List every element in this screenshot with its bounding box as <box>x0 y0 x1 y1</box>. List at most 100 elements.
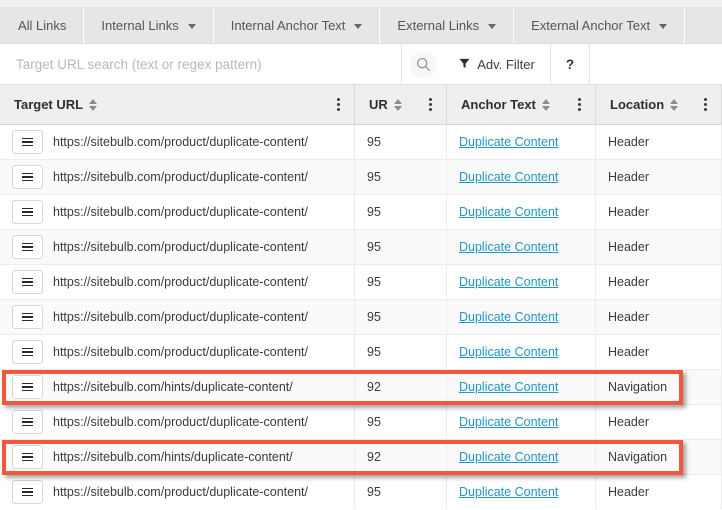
tab-label: External Anchor Text <box>531 18 651 33</box>
anchor-text-link[interactable]: Duplicate Content <box>459 170 558 184</box>
row-menu-icon[interactable] <box>12 235 43 259</box>
table-row[interactable]: https://sitebulb.com/product/duplicate-c… <box>0 125 722 160</box>
column-header-label: Target URL <box>14 97 84 112</box>
table-row[interactable]: https://sitebulb.com/product/duplicate-c… <box>0 335 722 370</box>
chevron-down-icon <box>187 23 196 29</box>
window-top-strip <box>0 0 722 8</box>
column-header-ur[interactable]: UR <box>355 85 447 124</box>
column-header-target-url[interactable]: Target URL <box>0 85 355 124</box>
column-menu-icon[interactable] <box>574 96 585 113</box>
anchor-text-link[interactable]: Duplicate Content <box>459 485 558 499</box>
table-row[interactable]: https://sitebulb.com/product/duplicate-c… <box>0 300 722 335</box>
search-input[interactable] <box>16 56 401 72</box>
cell-location: Navigation <box>596 440 722 474</box>
cell-target-url: https://sitebulb.com/product/duplicate-c… <box>0 160 355 194</box>
cell-ur: 95 <box>355 195 447 229</box>
tab-internal-anchor-text[interactable]: Internal Anchor Text <box>213 8 381 43</box>
table-header-row: Target URL UR Anchor Text Location <box>0 85 722 125</box>
tab-all-links[interactable]: All Links <box>0 8 85 43</box>
row-menu-icon[interactable] <box>12 305 43 329</box>
help-button[interactable]: ? <box>551 44 590 84</box>
anchor-text-link[interactable]: Duplicate Content <box>459 415 558 429</box>
target-url-text: https://sitebulb.com/product/duplicate-c… <box>53 345 309 359</box>
sort-arrows-icon[interactable] <box>670 98 679 111</box>
anchor-text-link[interactable]: Duplicate Content <box>459 450 558 464</box>
column-header-label: Location <box>610 97 665 112</box>
table-row[interactable]: https://sitebulb.com/hints/duplicate-con… <box>0 440 722 475</box>
table-row[interactable]: https://sitebulb.com/product/duplicate-c… <box>0 230 722 265</box>
cell-anchor-text: Duplicate Content <box>447 405 596 439</box>
target-url-text: https://sitebulb.com/product/duplicate-c… <box>53 135 309 149</box>
funnel-icon <box>459 57 470 72</box>
row-menu-icon[interactable] <box>12 410 43 434</box>
table-row[interactable]: https://sitebulb.com/product/duplicate-c… <box>0 160 722 195</box>
tab-label: External Links <box>397 18 480 33</box>
cell-target-url: https://sitebulb.com/product/duplicate-c… <box>0 265 355 299</box>
cell-anchor-text: Duplicate Content <box>447 370 596 404</box>
anchor-text-link[interactable]: Duplicate Content <box>459 345 558 359</box>
tab-external-links[interactable]: External Links <box>380 8 515 43</box>
anchor-text-link[interactable]: Duplicate Content <box>459 205 558 219</box>
row-menu-icon[interactable] <box>12 375 43 399</box>
cell-target-url: https://sitebulb.com/product/duplicate-c… <box>0 230 355 264</box>
adv-filter-button[interactable]: Adv. Filter <box>444 44 551 84</box>
anchor-text-link[interactable]: Duplicate Content <box>459 380 558 394</box>
cell-ur: 95 <box>355 160 447 194</box>
column-header-location[interactable]: Location <box>596 85 722 124</box>
column-header-anchor-text[interactable]: Anchor Text <box>447 85 596 124</box>
anchor-text-link[interactable]: Duplicate Content <box>459 240 558 254</box>
sort-arrows-icon[interactable] <box>541 98 550 111</box>
row-menu-icon[interactable] <box>12 340 43 364</box>
target-url-text: https://sitebulb.com/product/duplicate-c… <box>53 170 309 184</box>
chevron-down-icon <box>488 23 497 29</box>
table-row[interactable]: https://sitebulb.com/product/duplicate-c… <box>0 195 722 230</box>
table-row[interactable]: https://sitebulb.com/hints/duplicate-con… <box>0 370 722 405</box>
column-menu-icon[interactable] <box>700 96 711 113</box>
chevron-down-icon <box>354 23 363 29</box>
target-url-text: https://sitebulb.com/product/duplicate-c… <box>53 205 309 219</box>
target-url-text: https://sitebulb.com/product/duplicate-c… <box>53 485 309 499</box>
search-field-wrap <box>0 44 402 84</box>
table-row[interactable]: https://sitebulb.com/product/duplicate-c… <box>0 405 722 440</box>
target-url-text: https://sitebulb.com/product/duplicate-c… <box>53 310 309 324</box>
cell-ur: 95 <box>355 265 447 299</box>
row-menu-icon[interactable] <box>12 200 43 224</box>
column-menu-icon[interactable] <box>333 96 344 113</box>
chevron-down-icon <box>659 23 668 29</box>
search-icon <box>409 50 437 78</box>
cell-location: Header <box>596 125 722 159</box>
anchor-text-link[interactable]: Duplicate Content <box>459 135 558 149</box>
row-menu-icon[interactable] <box>12 270 43 294</box>
sort-arrows-icon[interactable] <box>393 98 402 111</box>
adv-filter-label: Adv. Filter <box>477 56 535 72</box>
cell-target-url: https://sitebulb.com/hints/duplicate-con… <box>0 370 355 404</box>
table-row[interactable]: https://sitebulb.com/product/duplicate-c… <box>0 265 722 300</box>
tab-external-anchor-text[interactable]: External Anchor Text <box>514 8 686 43</box>
row-menu-icon[interactable] <box>12 445 43 469</box>
search-button[interactable] <box>402 44 444 84</box>
column-menu-icon[interactable] <box>425 96 436 113</box>
cell-anchor-text: Duplicate Content <box>447 160 596 194</box>
sort-arrows-icon[interactable] <box>89 98 98 111</box>
tab-internal-links[interactable]: Internal Links <box>84 8 214 43</box>
cell-location: Header <box>596 230 722 264</box>
cell-target-url: https://sitebulb.com/product/duplicate-c… <box>0 475 355 509</box>
cell-target-url: https://sitebulb.com/hints/duplicate-con… <box>0 440 355 474</box>
cell-location: Header <box>596 195 722 229</box>
cell-target-url: https://sitebulb.com/product/duplicate-c… <box>0 405 355 439</box>
table-row[interactable]: https://sitebulb.com/product/duplicate-c… <box>0 475 722 509</box>
tab-bar: All Links Internal Links Internal Anchor… <box>0 8 722 44</box>
row-menu-icon[interactable] <box>12 130 43 154</box>
cell-anchor-text: Duplicate Content <box>447 335 596 369</box>
tab-label: All Links <box>18 18 67 33</box>
anchor-text-link[interactable]: Duplicate Content <box>459 310 558 324</box>
anchor-text-link[interactable]: Duplicate Content <box>459 275 558 289</box>
tab-label: Internal Anchor Text <box>230 18 346 33</box>
row-menu-icon[interactable] <box>12 480 43 504</box>
cell-anchor-text: Duplicate Content <box>447 265 596 299</box>
cell-location: Navigation <box>596 370 722 404</box>
row-menu-icon[interactable] <box>12 165 43 189</box>
cell-target-url: https://sitebulb.com/product/duplicate-c… <box>0 335 355 369</box>
cell-target-url: https://sitebulb.com/product/duplicate-c… <box>0 300 355 334</box>
links-table: Target URL UR Anchor Text Location https… <box>0 85 722 509</box>
